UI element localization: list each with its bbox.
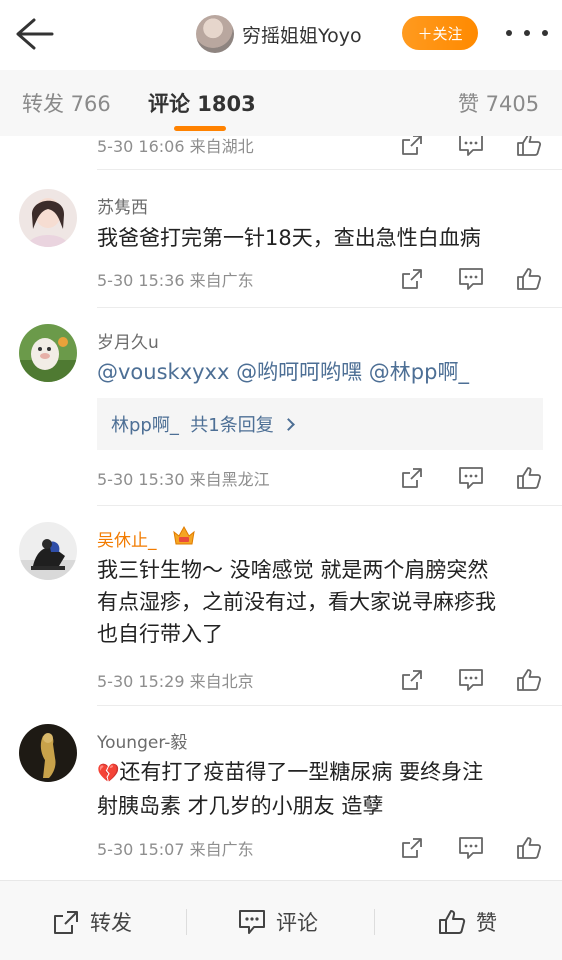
- avatar[interactable]: [19, 522, 77, 580]
- divider: [97, 169, 562, 170]
- comment-icon: [239, 910, 265, 934]
- reply-icon[interactable]: [458, 466, 484, 490]
- header-user-name[interactable]: 穷摇姐姐Yoyo: [242, 21, 362, 48]
- comment-meta: 5-30 16:06 来自湖北: [97, 136, 542, 157]
- comment-text: 我爸爸打完第一针18天，查出急性白血病: [97, 226, 481, 250]
- like-icon[interactable]: [516, 136, 542, 157]
- comment-author[interactable]: 吴休止_: [97, 526, 157, 551]
- top-bar: 穷摇姐姐Yoyo ＋关注: [0, 0, 562, 70]
- divider: [374, 909, 375, 935]
- avatar[interactable]: [19, 189, 77, 247]
- like-icon: [439, 910, 466, 934]
- like-icon[interactable]: [516, 836, 542, 860]
- comment-time-location: 5-30 16:06 来自湖北: [97, 137, 254, 156]
- bottom-action-bar: 转发 评论 赞: [0, 880, 562, 960]
- comment-meta: 5-30 15:07 来自广东: [97, 836, 542, 860]
- repost-button[interactable]: 转发: [52, 905, 132, 939]
- like-icon[interactable]: [516, 466, 542, 490]
- reply-icon[interactable]: [458, 836, 484, 860]
- comment-text-line: 有点湿疹，之前没有过，看大家说寻麻疹我: [97, 590, 496, 614]
- comment-meta: 5-30 15:29 来自北京: [97, 668, 542, 692]
- comment-actions: [398, 836, 542, 860]
- share-icon[interactable]: [400, 267, 426, 291]
- avatar[interactable]: [196, 15, 234, 53]
- comment-text: @vouskxyxx @哟呵呵哟嘿 @林pp啊_: [97, 356, 547, 388]
- comment-time-location: 5-30 15:07 来自广东: [97, 840, 254, 859]
- comment-actions: [398, 267, 542, 291]
- reply-icon[interactable]: [458, 136, 484, 157]
- comment-text-line: 也自行带入了: [97, 622, 223, 646]
- comment-actions: [398, 668, 542, 692]
- tab-repost[interactable]: 转发 766: [22, 88, 111, 118]
- share-icon[interactable]: [400, 136, 426, 157]
- reply-summary-button[interactable]: 林pp啊_ 共1条回复: [97, 398, 543, 450]
- divider: [97, 705, 562, 706]
- reply-icon[interactable]: [458, 267, 484, 291]
- header-user[interactable]: 穷摇姐姐Yoyo: [196, 14, 362, 54]
- comment-label: 评论: [276, 911, 318, 935]
- comment-text: 我三针生物～ 没啥感觉 就是两个肩膀突然 有点湿疹，之前没有过，看大家说寻麻疹我…: [97, 554, 547, 650]
- tab-likes[interactable]: 赞 7405: [458, 88, 539, 118]
- tab-comments[interactable]: 评论 1803: [148, 88, 256, 118]
- comment-actions: [398, 136, 542, 157]
- comment-button[interactable]: 评论: [238, 905, 318, 939]
- follow-button[interactable]: ＋关注: [402, 16, 478, 50]
- tabs-bar: 转发 766 评论 1803 赞 7405: [0, 70, 562, 136]
- comment-actions: [398, 466, 542, 490]
- tab-active-indicator: [174, 126, 226, 131]
- vip-crown-badge-icon: [172, 524, 196, 546]
- comment-list: 5-30 16:06 来自湖北 苏隽西 我爸爸打完第一针18天，查出急性白血病 …: [0, 136, 562, 880]
- share-icon[interactable]: [400, 466, 426, 490]
- comment-text-line: 射胰岛素 才几岁的小朋友 造孽: [97, 794, 384, 818]
- comment-meta: 5-30 15:30 来自黑龙江: [97, 466, 542, 490]
- divider: [186, 909, 187, 935]
- comment-author[interactable]: 岁月久u: [97, 328, 159, 353]
- comment-meta: 5-30 15:36 来自广东: [97, 267, 542, 291]
- share-icon[interactable]: [400, 668, 426, 692]
- comment-text: 💔还有打了疫苗得了一型糖尿病 要终身注 射胰岛素 才几岁的小朋友 造孽: [97, 756, 547, 822]
- avatar[interactable]: [19, 724, 77, 782]
- divider: [97, 505, 562, 506]
- chevron-right-icon: [281, 418, 295, 431]
- like-icon[interactable]: [516, 668, 542, 692]
- comment-time-location: 5-30 15:29 来自北京: [97, 672, 254, 691]
- broken-heart-emoji: 💔: [97, 763, 120, 784]
- mention-link[interactable]: @林pp啊_: [369, 360, 469, 384]
- share-icon: [54, 911, 78, 934]
- mention-link[interactable]: @哟呵呵哟嘿: [236, 360, 362, 384]
- comment-text-line: 我三针生物～ 没啥感觉 就是两个肩膀突然: [97, 558, 489, 582]
- like-button[interactable]: 赞: [438, 905, 497, 939]
- avatar[interactable]: [19, 324, 77, 382]
- reply-icon[interactable]: [458, 668, 484, 692]
- comment-time-location: 5-30 15:30 来自黑龙江: [97, 470, 270, 489]
- share-icon[interactable]: [400, 836, 426, 860]
- arrow-left-icon[interactable]: [14, 16, 54, 52]
- mention-link[interactable]: @vouskxyxx: [97, 360, 229, 384]
- repost-label: 转发: [90, 911, 132, 935]
- like-label: 赞: [476, 911, 497, 935]
- comment-author[interactable]: 苏隽西: [97, 193, 148, 218]
- reply-summary-text: 林pp啊_ 共1条回复: [111, 415, 274, 436]
- comment-text-line: 💔还有打了疫苗得了一型糖尿病 要终身注: [97, 760, 484, 784]
- comment-author[interactable]: Younger-毅: [97, 728, 187, 753]
- comment-time-location: 5-30 15:36 来自广东: [97, 271, 254, 290]
- divider: [97, 307, 562, 308]
- like-icon[interactable]: [516, 267, 542, 291]
- more-dots-icon[interactable]: [506, 22, 548, 44]
